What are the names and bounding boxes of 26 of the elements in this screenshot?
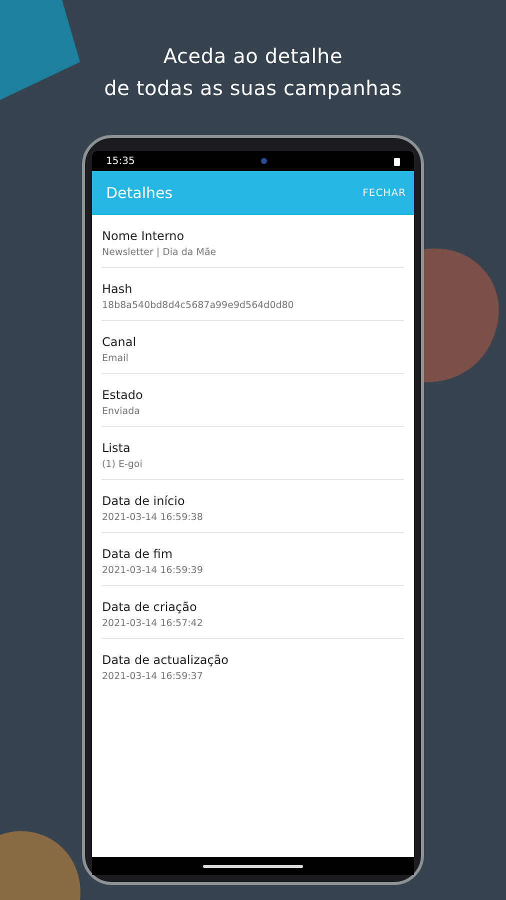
detail-value: 2021-03-14 16:59:39: [102, 565, 204, 576]
camera-icon: [261, 158, 268, 164]
detail-label: Data de início: [102, 494, 186, 508]
detail-value: Email: [102, 353, 130, 364]
detail-label: Lista: [102, 441, 132, 455]
detail-label: Hash: [102, 282, 134, 296]
detail-label: Data de actualização: [102, 653, 230, 667]
headline: de todas as suas campanhas: [104, 75, 402, 102]
screen-title: Detalhes: [106, 184, 173, 202]
detail-label: Data de fim: [102, 547, 174, 561]
close-button[interactable]: FECHAR: [362, 184, 406, 202]
detail-label: Data de criação: [102, 600, 198, 614]
detail-label: Estado: [102, 388, 144, 402]
headline: Aceda ao detalhe: [163, 43, 343, 70]
detail-value: 2021-03-14 16:59:38: [102, 512, 204, 523]
detail-value: (1) E-goi: [102, 459, 144, 470]
battery-icon: [394, 156, 400, 166]
detail-value: Newsletter | Dia da Mãe: [102, 247, 218, 258]
detail-value: 18b8a540bd8d4c5687a99e9d564d0d80: [102, 300, 295, 311]
home-indicator[interactable]: [203, 864, 303, 868]
detail-value: 2021-03-14 16:59:37: [102, 671, 204, 682]
detail-value: Enviada: [102, 406, 141, 417]
detail-value: 2021-03-14 16:57:42: [102, 618, 204, 629]
status-time: 15:35: [106, 156, 135, 166]
detail-label: Nome Interno: [102, 229, 186, 243]
detail-label: Canal: [102, 335, 138, 349]
